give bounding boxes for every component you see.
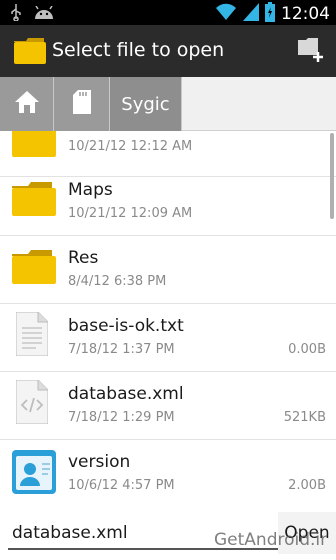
status-bar: 12:04 xyxy=(0,0,336,25)
file-date: 7/18/12 1:29 PM xyxy=(68,410,175,425)
list-item[interactable]: version 10/6/12 4:57 PM 2.00B xyxy=(0,440,336,500)
usb-icon xyxy=(10,4,22,25)
folder-icon xyxy=(12,182,56,220)
list-item[interactable]: base-is-ok.txt 7/18/12 1:37 PM 0.00B xyxy=(0,304,336,372)
file-date: 8/4/12 6:38 PM xyxy=(68,274,167,289)
folder-icon xyxy=(12,131,56,161)
file-list: 10/21/12 12:12 AM Maps 10/21/12 12:09 AM… xyxy=(0,131,336,500)
breadcrumb-label: Sygic xyxy=(121,93,170,115)
file-name: Res xyxy=(68,248,99,268)
list-item[interactable]: Res 8/4/12 6:38 PM xyxy=(0,236,336,304)
file-date: 7/18/12 1:37 PM xyxy=(68,342,175,357)
file-date: 10/6/12 4:57 PM xyxy=(68,478,175,493)
folder-icon xyxy=(12,250,56,288)
signal-icon xyxy=(243,3,259,25)
breadcrumb-current[interactable]: Sygic xyxy=(110,77,182,131)
new-folder-icon[interactable] xyxy=(298,38,324,66)
breadcrumb-sdcard[interactable] xyxy=(54,77,110,131)
wifi-icon xyxy=(215,3,237,25)
scrollbar[interactable] xyxy=(330,133,334,219)
file-name: database.xml xyxy=(68,384,184,404)
action-bar: Select file to open xyxy=(0,25,336,77)
file-size: 521KB xyxy=(283,410,326,425)
file-name: base-is-ok.txt xyxy=(68,316,184,336)
file-name: version xyxy=(68,452,131,472)
file-size: 0.00B xyxy=(288,342,326,357)
android-icon xyxy=(34,5,54,24)
file-date: 10/21/12 12:12 AM xyxy=(68,139,193,154)
app-folder-icon xyxy=(14,38,46,68)
text-file-icon xyxy=(15,311,49,360)
breadcrumb-home[interactable] xyxy=(0,77,54,131)
file-date: 10/21/12 12:09 AM xyxy=(68,206,193,221)
file-name: Maps xyxy=(68,180,113,200)
page-title: Select file to open xyxy=(52,39,225,61)
battery-icon xyxy=(265,2,275,26)
breadcrumb: Sygic xyxy=(0,77,336,131)
list-item[interactable]: database.xml 7/18/12 1:29 PM 521KB xyxy=(0,372,336,440)
status-time: 12:04 xyxy=(281,4,330,24)
contact-card-icon xyxy=(12,450,56,498)
xml-file-icon xyxy=(15,379,49,428)
sdcard-icon xyxy=(72,90,91,118)
home-icon xyxy=(14,91,39,117)
list-item[interactable]: Maps 10/21/12 12:09 AM xyxy=(0,168,336,236)
watermark: GetAndroid.ir xyxy=(214,530,328,550)
file-size: 2.00B xyxy=(288,478,326,493)
